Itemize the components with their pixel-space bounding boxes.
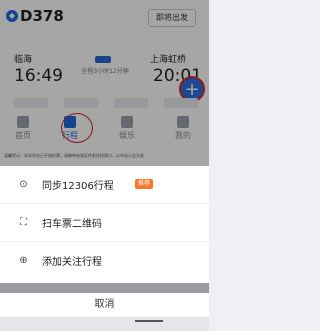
home-indicator bbox=[135, 320, 163, 322]
sync-12306-trip-item[interactable]: ⊙ 同步12306行程 推荐 bbox=[0, 166, 209, 203]
add-circle-icon: ⊕ bbox=[19, 255, 28, 266]
menu-item-label: 扫车票二维码 bbox=[42, 219, 102, 230]
menu-item-label: 添加关注行程 bbox=[42, 257, 102, 268]
recommend-badge: 推荐 bbox=[135, 179, 154, 189]
bottom-strip bbox=[0, 317, 209, 331]
sync-icon: ⊙ bbox=[19, 179, 28, 190]
cancel-label: 取消 bbox=[94, 299, 115, 310]
action-sheet: ⊙ 同步12306行程 推荐 ⛶ 扫车票二维码 ⊕ 添加关注行程 bbox=[0, 166, 209, 283]
cancel-button[interactable]: 取消 bbox=[0, 293, 209, 317]
scan-icon: ⛶ bbox=[20, 217, 27, 228]
scan-ticket-qr-item[interactable]: ⛶ 扫车票二维码 bbox=[0, 204, 209, 241]
menu-item-label: 同步12306行程 bbox=[42, 181, 114, 192]
add-followed-trip-item[interactable]: ⊕ 添加关注行程 bbox=[0, 242, 209, 279]
